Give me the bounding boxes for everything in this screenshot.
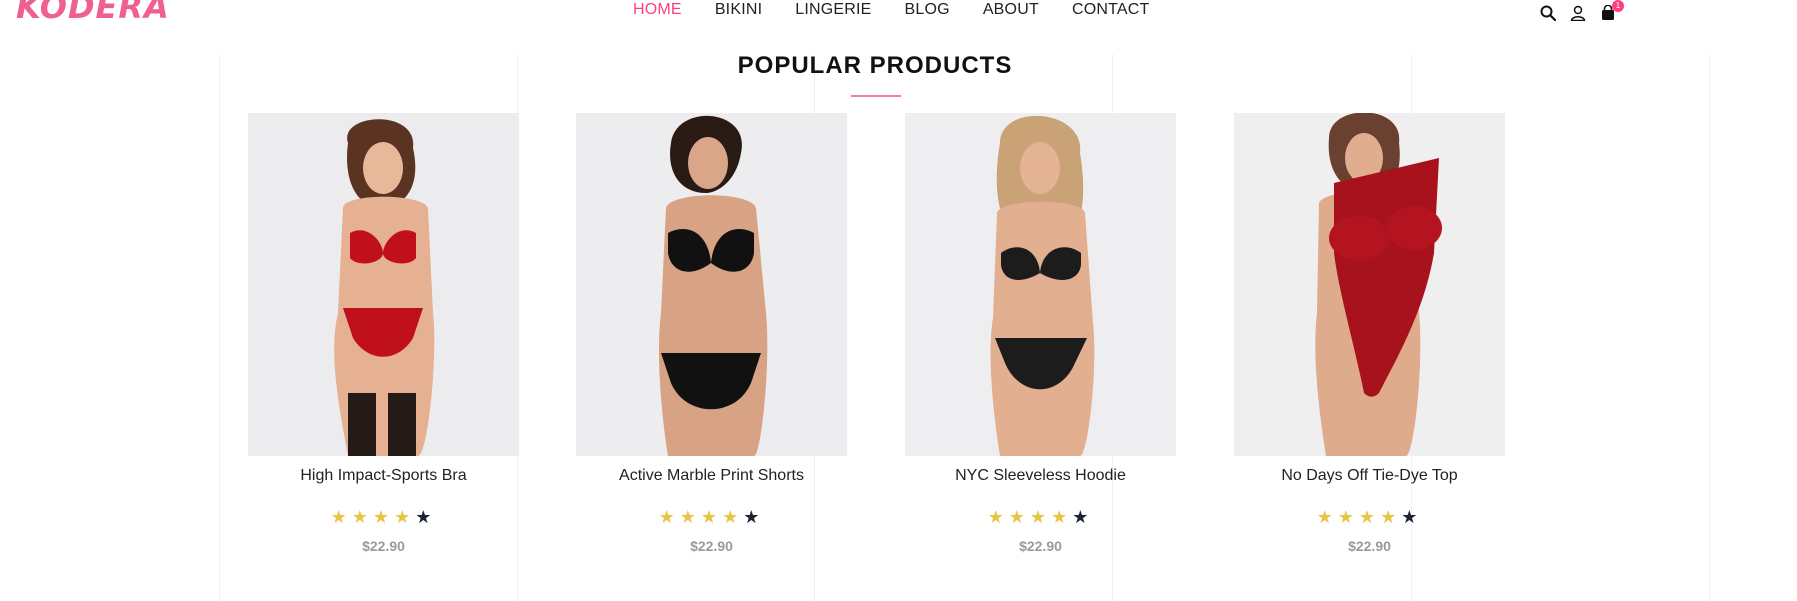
star-icon: ★ — [1337, 507, 1359, 527]
rating-stars: ★★★★★ — [248, 507, 519, 528]
nav-contact[interactable]: CONTACT — [1072, 1, 1150, 19]
star-icon: ★ — [743, 507, 765, 527]
star-icon: ★ — [722, 507, 744, 527]
product-image[interactable] — [1234, 113, 1505, 456]
nav-home[interactable]: HOME — [633, 1, 682, 19]
title-underline — [851, 95, 901, 97]
product-image[interactable] — [905, 113, 1176, 456]
rating-stars: ★★★★★ — [1234, 507, 1505, 528]
nav-blog[interactable]: BLOG — [905, 1, 950, 19]
main-nav: HOME BIKINI LINGERIE BLOG ABOUT CONTACT — [633, 1, 1149, 19]
product-card: NYC Sleeveless Hoodie ★★★★★ $22.90 — [905, 113, 1176, 554]
product-name[interactable]: NYC Sleeveless Hoodie — [905, 467, 1176, 487]
nav-lingerie[interactable]: LINGERIE — [795, 1, 871, 19]
product-name[interactable]: High Impact-Sports Bra — [248, 467, 519, 487]
rating-stars: ★★★★★ — [905, 507, 1176, 528]
star-icon: ★ — [700, 507, 723, 527]
star-icon: ★ — [1358, 507, 1381, 527]
star-icon: ★ — [1380, 507, 1402, 527]
star-icon: ★ — [1072, 507, 1094, 527]
star-icon: ★ — [658, 507, 680, 527]
star-icon: ★ — [1401, 507, 1423, 527]
product-price: $22.90 — [1019, 538, 1062, 554]
cart-count-badge: 1 — [1612, 0, 1624, 12]
site-logo[interactable]: KODERA — [16, 0, 170, 26]
product-card: Active Marble Print Shorts ★★★★★ $22.90 — [576, 113, 847, 554]
star-icon: ★ — [1051, 507, 1073, 527]
star-icon: ★ — [679, 507, 701, 527]
product-price: $22.90 — [1348, 538, 1391, 554]
grid-line — [1709, 54, 1710, 601]
user-icon[interactable] — [1569, 4, 1587, 22]
nav-about[interactable]: ABOUT — [983, 1, 1039, 19]
site-header: KODERA HOME BIKINI LINGERIE BLOG ABOUT C… — [0, 0, 1797, 30]
star-icon: ★ — [1029, 507, 1052, 527]
star-icon: ★ — [1316, 507, 1338, 527]
star-icon: ★ — [394, 507, 416, 527]
product-name[interactable]: Active Marble Print Shorts — [576, 467, 847, 487]
grid-line — [219, 54, 220, 601]
product-name[interactable]: No Days Off Tie-Dye Top — [1234, 467, 1505, 487]
star-icon: ★ — [372, 507, 395, 527]
nav-bikini[interactable]: BIKINI — [715, 1, 762, 19]
header-icons: 1 — [1539, 0, 1624, 22]
rating-stars: ★★★★★ — [576, 507, 847, 528]
cart-icon[interactable]: 1 — [1599, 0, 1624, 22]
section-title: POPULAR PRODUCTS — [737, 52, 1013, 79]
product-image[interactable] — [576, 113, 847, 456]
product-price: $22.90 — [362, 538, 405, 554]
search-icon[interactable] — [1539, 4, 1557, 22]
product-card: High Impact-Sports Bra ★★★★★ $22.90 — [248, 113, 519, 554]
star-icon: ★ — [1008, 507, 1030, 527]
product-card: No Days Off Tie-Dye Top ★★★★★ $22.90 — [1234, 113, 1505, 554]
product-image[interactable] — [248, 113, 519, 456]
star-icon: ★ — [330, 507, 352, 527]
star-icon: ★ — [415, 507, 437, 527]
star-icon: ★ — [987, 507, 1009, 527]
star-icon: ★ — [351, 507, 373, 527]
product-price: $22.90 — [690, 538, 733, 554]
